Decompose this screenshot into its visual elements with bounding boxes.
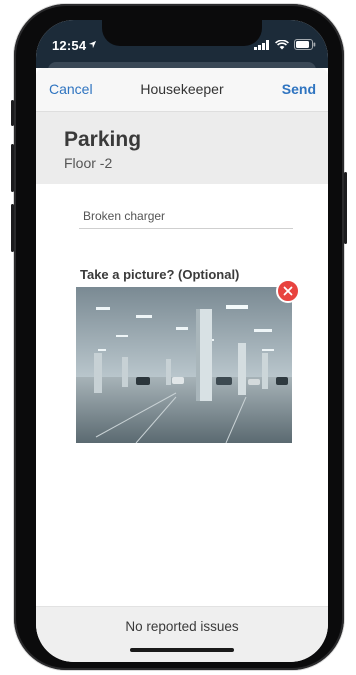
battery-icon xyxy=(294,39,316,50)
status-footer: No reported issues xyxy=(36,606,328,662)
close-icon xyxy=(283,286,293,296)
volume-down-button xyxy=(11,204,14,252)
footer-status-text: No reported issues xyxy=(125,619,239,634)
location-subtitle: Floor -2 xyxy=(64,155,113,171)
status-icons xyxy=(254,39,316,50)
photo-label: Take a picture? (Optional) xyxy=(80,267,240,282)
status-time: 12:54 xyxy=(52,38,87,53)
mute-switch xyxy=(11,100,14,126)
location-arrow-icon xyxy=(88,40,97,49)
notch xyxy=(102,20,262,46)
wifi-icon xyxy=(275,39,289,49)
location-title: Parking xyxy=(64,128,142,151)
signal-icon xyxy=(254,39,269,50)
navigation-bar: Cancel Housekeeper Send xyxy=(36,68,328,112)
location-header: Parking Floor -2 xyxy=(36,112,328,184)
issue-description-input[interactable] xyxy=(79,204,293,229)
attached-photo[interactable] xyxy=(76,287,292,443)
send-button[interactable]: Send xyxy=(282,81,316,97)
volume-up-button xyxy=(11,144,14,192)
home-indicator xyxy=(130,648,234,652)
power-button xyxy=(344,172,347,244)
status-bar: 12:54 xyxy=(36,20,328,72)
remove-photo-button[interactable] xyxy=(276,279,300,303)
app-screen: 12:54 Cancel Housekeeper Send Parking Fl… xyxy=(36,20,328,662)
